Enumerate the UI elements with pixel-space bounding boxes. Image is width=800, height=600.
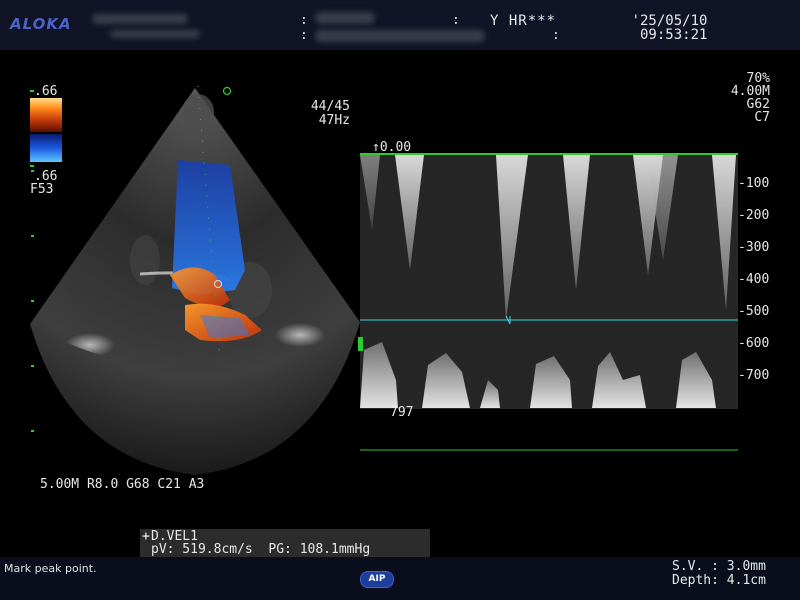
baseline-label: ↑0.00 [372,140,412,155]
date-time: '25/05/10 09:53:21 [630,13,708,43]
separator-colon: : [300,28,308,43]
sample-volume-size: S.V. : 3.0mm [672,559,766,574]
aloka-logo: ALOKA [10,15,72,33]
measurement-result: pV: 519.8cm/s PG: 108.1mmHg [151,542,371,557]
redacted-patient-id [110,30,200,38]
measure-marker-icon: + [142,529,150,544]
measurement-panel: + D.VEL1 pV: 519.8cm/s PG: 108.1mmHg [140,529,430,557]
doppler-spectrum [358,153,738,451]
status-message: Mark peak point. [4,562,97,575]
scale-tick: -300 [738,240,770,255]
scale-tick: -200 [738,208,770,223]
probe-nearfield [182,94,214,130]
separator-colon: : [452,13,460,28]
bmode-sector-image [30,85,360,475]
redacted-field-1 [315,12,375,24]
scale-tick: -400 [738,272,770,287]
depth-scale-markers [31,170,34,432]
redacted-field-2 [315,30,485,42]
scale-tick: -100 [738,176,770,191]
aip-button[interactable]: AIP [360,571,394,588]
heart-rate-label: Y HR*** [490,13,557,29]
bmode-settings: 5.00M R8.0 G68 C21 A3 [40,477,205,492]
orientation-marker [222,86,232,96]
redacted-patient-name [92,14,188,24]
sample-depth: Depth: 4.1cm [672,573,766,588]
ultrasound-screen: ALOKA : : : : Y HR*** '25/05/10 09:53:21… [0,0,800,600]
separator-colon: : [300,13,308,28]
doppler-settings: 70% 4.00M G62 C7 [700,72,770,124]
sample-volume-info: S.V. : 3.0mm Depth: 4.1cm [672,560,766,588]
exam-time: 09:53:21 [640,27,708,43]
peak-readout: 797 [390,405,414,420]
doppler-compression: C7 [754,110,770,125]
scale-tick: -600 [738,336,770,351]
scale-tick: -700 [738,368,770,383]
scale-tick: -500 [738,304,770,319]
exam-date: '25/05/10 [631,13,708,29]
sample-marker [358,337,363,351]
separator-colon: : [552,28,560,43]
